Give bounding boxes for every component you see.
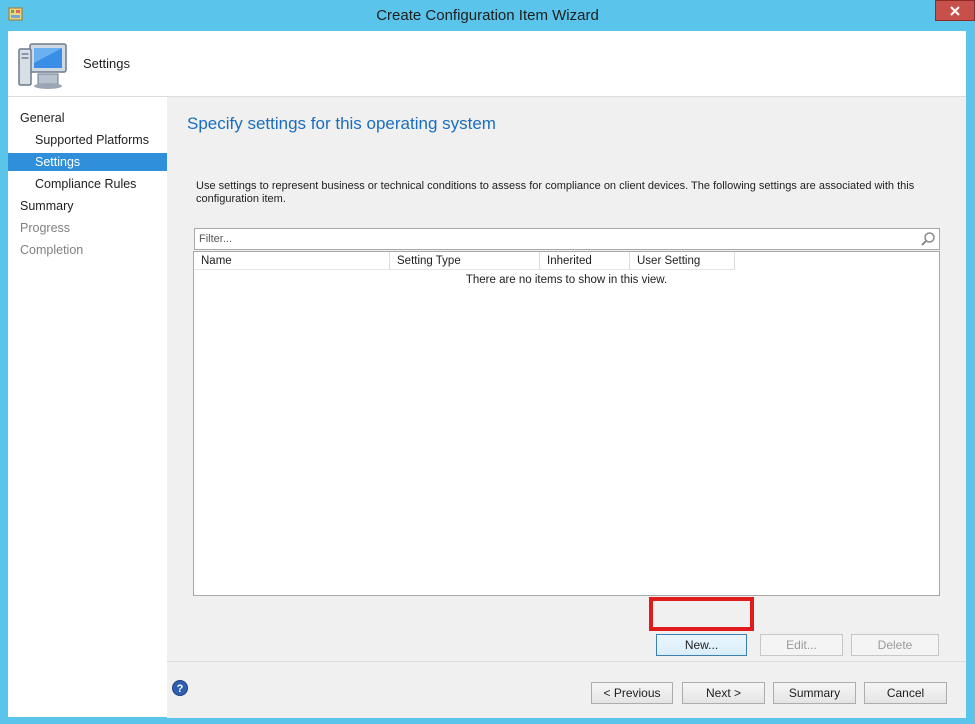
close-button[interactable] [935,0,975,21]
previous-button[interactable]: < Previous [591,682,673,704]
wizard-nav: General Supported Platforms Settings Com… [8,97,167,717]
filter-box[interactable] [194,228,940,250]
wizard-footer: ? < Previous Next > Summary Cancel [167,661,966,718]
cancel-button[interactable]: Cancel [864,682,947,704]
column-header-user-setting[interactable]: User Setting [630,252,735,270]
window-title: Create Configuration Item Wizard [376,7,599,24]
help-icon[interactable]: ? [172,680,188,696]
nav-item-settings[interactable]: Settings [8,153,167,171]
column-header-setting-type[interactable]: Setting Type [390,252,540,270]
new-button-highlight [649,597,754,631]
wizard-client-area: Settings General Supported Platforms Set… [8,31,966,718]
computer-monitor-icon [18,43,67,89]
title-bar[interactable]: Create Configuration Item Wizard [0,0,975,31]
header-title: Settings [83,56,130,71]
summary-button[interactable]: Summary [773,682,856,704]
wizard-window: Create Configuration Item Wizard Setting… [0,0,975,724]
settings-list[interactable]: Name Setting Type Inherited User Setting… [193,251,940,596]
nav-item-completion: Completion [20,243,84,257]
edit-setting-button: Edit... [760,634,843,656]
column-header-name[interactable]: Name [194,252,390,270]
svg-text:?: ? [177,683,184,695]
column-header-inherited[interactable]: Inherited [540,252,630,270]
filter-input[interactable] [197,230,916,248]
wizard-header: Settings [8,31,966,97]
delete-setting-button: Delete [851,634,939,656]
new-setting-button[interactable]: New... [656,634,747,656]
next-button[interactable]: Next > [682,682,765,704]
nav-item-summary[interactable]: Summary [8,197,167,215]
nav-item-compliance-rules[interactable]: Compliance Rules [8,175,167,193]
nav-item-supported-platforms[interactable]: Supported Platforms [8,131,167,149]
settings-page: Specify settings for this operating syst… [167,97,966,661]
nav-item-progress: Progress [20,221,71,235]
page-description: Use settings to represent business or te… [196,180,915,205]
nav-item-general[interactable]: General [8,109,167,127]
empty-list-message: There are no items to show in this view. [465,274,668,286]
page-heading: Specify settings for this operating syst… [187,114,496,133]
search-icon[interactable] [920,231,936,247]
close-icon [950,5,960,16]
